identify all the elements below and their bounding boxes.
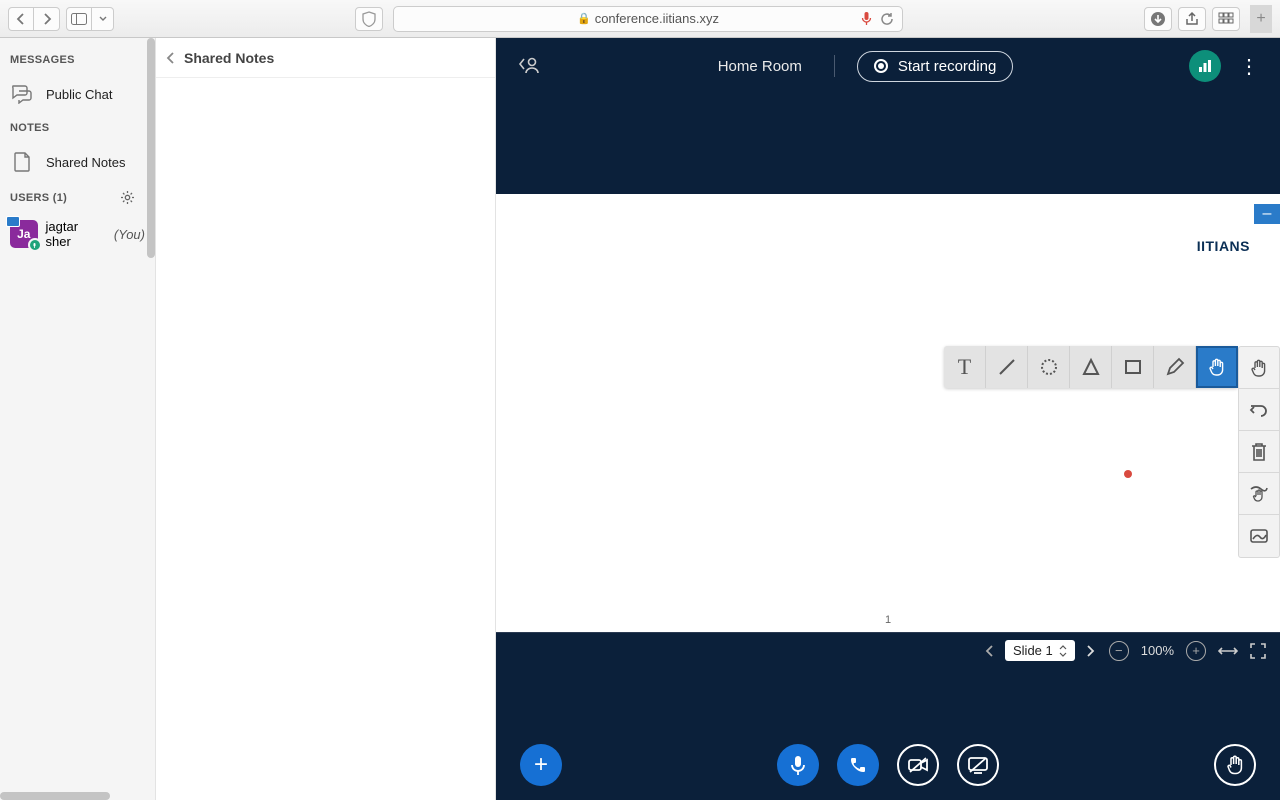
slide-nav-bar: Slide 1 − 100% + (496, 632, 1280, 668)
chat-icon (10, 82, 34, 106)
scrollbar-thumb[interactable] (147, 38, 155, 258)
ellipse-tool-button[interactable] (1028, 346, 1070, 388)
user-name: jagtar sher (46, 219, 106, 249)
slide-label: Slide 1 (1013, 643, 1053, 658)
room-name: Home Room (718, 58, 802, 75)
pencil-tool-button[interactable] (1154, 346, 1196, 388)
notes-panel-header[interactable]: Shared Notes (156, 38, 495, 78)
webcam-button[interactable] (897, 744, 939, 786)
options-menu-button[interactable]: ⋮ (1239, 54, 1260, 79)
browser-toolbar: 🔒 conference.iitians.xyz + (0, 0, 1280, 38)
share-button[interactable] (1178, 7, 1206, 31)
prev-slide-button[interactable] (985, 644, 995, 658)
whiteboard-side-tools (1238, 346, 1280, 558)
slide-select[interactable]: Slide 1 (1005, 640, 1075, 661)
whiteboard-canvas[interactable]: IITIANS 1 – T (496, 194, 1280, 632)
chevron-left-icon (166, 51, 176, 65)
conference-header: Home Room Start recording ⋮ (496, 38, 1280, 94)
tabs-overview-button[interactable] (1212, 7, 1240, 31)
screenshare-button[interactable] (957, 744, 999, 786)
zoom-out-button[interactable]: − (1109, 641, 1129, 661)
brand-watermark: IITIANS (1197, 238, 1250, 254)
fullscreen-button[interactable] (1250, 643, 1266, 659)
mic-icon[interactable] (861, 11, 872, 26)
address-bar[interactable]: 🔒 conference.iitians.xyz (393, 6, 903, 32)
presentation-area: IITIANS 1 – T (496, 194, 1280, 800)
leave-audio-button[interactable] (837, 744, 879, 786)
users-section-label: USERS (1) (10, 192, 67, 204)
record-icon (874, 59, 888, 73)
minimize-presentation-button[interactable]: – (1254, 204, 1280, 224)
lock-icon: 🔒 (577, 12, 591, 25)
back-button[interactable] (8, 7, 34, 31)
raise-hand-button[interactable] (1214, 744, 1256, 786)
line-tool-button[interactable] (986, 346, 1028, 388)
next-slide-button[interactable] (1085, 644, 1095, 658)
privacy-shield-button[interactable] (355, 7, 383, 31)
public-chat-label: Public Chat (46, 87, 112, 102)
sidebar-toggle-button[interactable] (66, 7, 92, 31)
public-chat-item[interactable]: Public Chat (0, 72, 155, 116)
header-divider (834, 55, 835, 77)
conference-area: Home Room Start recording ⋮ IITIANS 1 – … (496, 38, 1280, 800)
horizontal-scrollbar-thumb[interactable] (0, 792, 110, 800)
multiuser-whiteboard-button[interactable] (1239, 473, 1279, 515)
zoom-in-button[interactable]: + (1186, 641, 1206, 661)
downloads-button[interactable] (1144, 7, 1172, 31)
page-number: 1 (885, 614, 891, 626)
shared-notes-panel: Shared Notes (156, 38, 496, 800)
notes-icon (10, 150, 34, 174)
start-recording-button[interactable]: Start recording (857, 51, 1013, 82)
messages-section-label: MESSAGES (0, 48, 155, 72)
user-list-panel: MESSAGES Public Chat NOTES Shared Notes … (0, 38, 156, 800)
user-avatar: Ja (10, 220, 38, 248)
palette-button[interactable] (1239, 515, 1279, 557)
user-you-label: (You) (114, 227, 145, 242)
user-list-item[interactable]: Ja jagtar sher (You) (0, 211, 155, 257)
new-tab-button[interactable]: + (1250, 5, 1272, 33)
presenter-badge-icon (6, 216, 20, 227)
shared-notes-item[interactable]: Shared Notes (0, 140, 155, 184)
text-tool-button[interactable]: T (944, 346, 986, 388)
pan-tool-button[interactable] (1196, 346, 1238, 388)
connection-status-button[interactable] (1189, 50, 1221, 82)
rectangle-tool-button[interactable] (1112, 346, 1154, 388)
audio-active-icon (28, 238, 42, 252)
hand-tool-button[interactable] (1239, 347, 1279, 389)
mute-mic-button[interactable] (777, 744, 819, 786)
url-text: conference.iitians.xyz (595, 11, 719, 26)
media-controls: + (496, 744, 1280, 786)
notes-panel-title: Shared Notes (184, 50, 274, 66)
undo-button[interactable] (1239, 389, 1279, 431)
clear-button[interactable] (1239, 431, 1279, 473)
toggle-userlist-button[interactable] (516, 53, 542, 79)
zoom-level: 100% (1141, 643, 1174, 658)
actions-button[interactable]: + (520, 744, 562, 786)
record-label: Start recording (898, 58, 996, 75)
notes-section-label: NOTES (0, 116, 155, 140)
reload-icon[interactable] (880, 12, 894, 26)
users-settings-button[interactable] (120, 190, 135, 205)
shared-notes-label: Shared Notes (46, 155, 126, 170)
sidebar-dropdown-button[interactable] (92, 7, 114, 31)
cursor-indicator (1124, 470, 1132, 478)
triangle-tool-button[interactable] (1070, 346, 1112, 388)
fit-width-button[interactable] (1218, 645, 1238, 657)
forward-button[interactable] (34, 7, 60, 31)
avatar-initials: Ja (17, 227, 30, 241)
drawing-toolbar: T (944, 346, 1238, 388)
